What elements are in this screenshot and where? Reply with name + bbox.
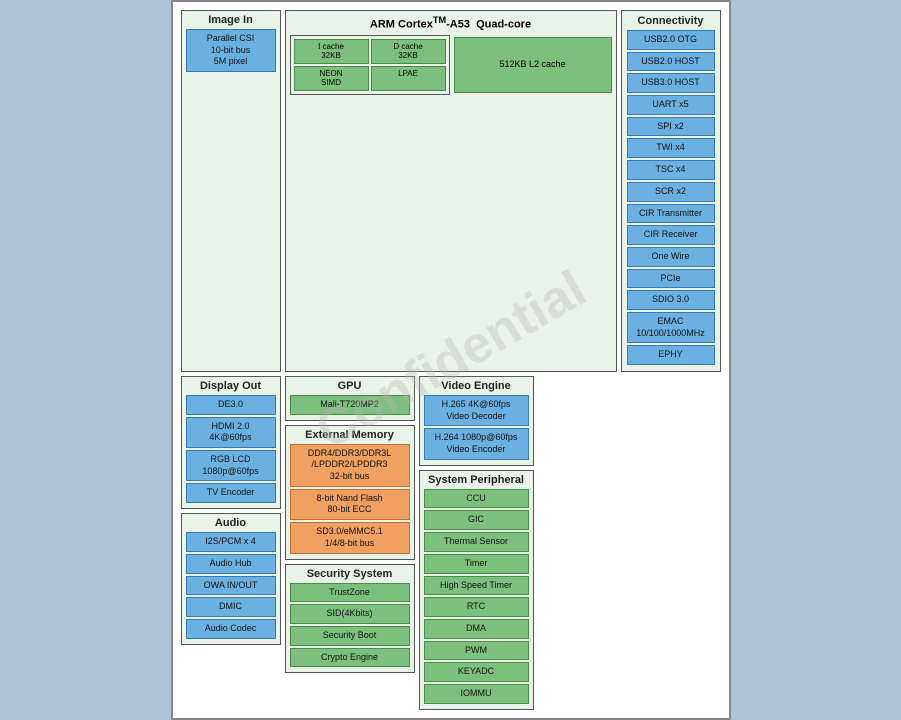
h264-block: H.264 1080p@60fpsVideo Encoder <box>424 428 529 459</box>
connectivity-section: Connectivity USB2.0 OTG USB2.0 HOST USB3… <box>621 10 721 372</box>
conn-sdio: SDIO 3.0 <box>627 290 715 310</box>
audio-title: Audio <box>185 517 277 529</box>
conn-cir-tx: CIR Transmitter <box>627 204 715 224</box>
conn-spi: SPI x2 <box>627 117 715 137</box>
arm-title: ARM CortexTM-A53 Quad-core <box>290 15 612 31</box>
tv-encoder-block: TV Encoder <box>186 483 276 503</box>
ccu-block: CCU <box>424 489 529 509</box>
gpu-title: GPU <box>289 380 411 392</box>
de30-block: DE3.0 <box>186 395 276 415</box>
image-in-title: Image In <box>185 14 277 26</box>
security-boot-block: Security Boot <box>290 626 410 646</box>
owa-block: OWA IN/OUT <box>186 576 276 596</box>
timer-block: Timer <box>424 554 529 574</box>
video-engine-section: Video Engine H.265 4K@60fpsVideo Decoder… <box>419 376 534 466</box>
ext-mem-title: External Memory <box>289 429 411 441</box>
security-title: Security System <box>289 568 411 580</box>
mali-block: Mali-T720MP2 <box>290 395 410 415</box>
rgb-lcd-block: RGB LCD1080p@60fps <box>186 450 276 481</box>
l2cache-block: 512KB L2 cache <box>454 37 612 93</box>
keyadc-block: KEYADC <box>424 662 529 682</box>
display-out-section: Display Out DE3.0 HDMI 2.04K@60fps RGB L… <box>181 376 281 509</box>
image-in-section: Image In Parallel CSI10-bit bus5M pixel <box>181 10 281 372</box>
conn-onewire: One Wire <box>627 247 715 267</box>
pwm-block: PWM <box>424 641 529 661</box>
arm-section: ARM CortexTM-A53 Quad-core I cache32KB D… <box>285 10 617 372</box>
display-out-title: Display Out <box>185 380 277 392</box>
conn-usb2host: USB2.0 HOST <box>627 52 715 72</box>
conn-twi: TWI x4 <box>627 138 715 158</box>
conn-pcie: PCIe <box>627 269 715 289</box>
thermal-sensor-block: Thermal Sensor <box>424 532 529 552</box>
lpae-block: LPAE <box>371 66 446 91</box>
connectivity-title: Connectivity <box>626 15 716 27</box>
sys-peripheral-section: System Peripheral CCU GIC Thermal Sensor… <box>419 470 534 710</box>
neon-block: NEONSIMD <box>294 66 369 91</box>
audio-codec-block: Audio Codec <box>186 619 276 639</box>
conn-uart: UART x5 <box>627 95 715 115</box>
conn-usb2otg: USB2.0 OTG <box>627 30 715 50</box>
h265-block: H.265 4K@60fpsVideo Decoder <box>424 395 529 426</box>
gpu-section: GPU Mali-T720MP2 <box>285 376 415 421</box>
crypto-engine-block: Crypto Engine <box>290 648 410 668</box>
icache-block: I cache32KB <box>294 39 369 64</box>
parallel-csi-block: Parallel CSI10-bit bus5M pixel <box>186 29 276 72</box>
dma-block: DMA <box>424 619 529 639</box>
security-section: Security System TrustZone SID(4Kbits) Se… <box>285 564 415 674</box>
dmic-block: DMIC <box>186 597 276 617</box>
trustzone-block: TrustZone <box>290 583 410 603</box>
conn-usb3host: USB3.0 HOST <box>627 73 715 93</box>
hdmi-block: HDMI 2.04K@60fps <box>186 417 276 448</box>
ext-mem-section: External Memory DDR4/DDR3/DDR3L/LPDDR2/L… <box>285 425 415 560</box>
i2s-block: I2S/PCM x 4 <box>186 532 276 552</box>
conn-tsc: TSC x4 <box>627 160 715 180</box>
high-speed-timer-block: High Speed Timer <box>424 576 529 596</box>
conn-ephy: EPHY <box>627 345 715 365</box>
audio-section: Audio I2S/PCM x 4 Audio Hub OWA IN/OUT D… <box>181 513 281 644</box>
gic-block: GIC <box>424 510 529 530</box>
video-engine-title: Video Engine <box>423 380 530 392</box>
conn-cir-rx: CIR Receiver <box>627 225 715 245</box>
iommu-block: IOMMU <box>424 684 529 704</box>
ddr-block: DDR4/DDR3/DDR3L/LPDDR2/LPDDR332-bit bus <box>290 444 410 487</box>
rtc-block: RTC <box>424 597 529 617</box>
audio-hub-block: Audio Hub <box>186 554 276 574</box>
sid-block: SID(4Kbits) <box>290 604 410 624</box>
arm-core-box: I cache32KB D cache32KB NEONSIMD LPAE <box>290 35 450 95</box>
sd-block: SD3.0/eMMC5.11/4/8-bit bus <box>290 522 410 553</box>
nand-block: 8-bit Nand Flash80-bit ECC <box>290 489 410 520</box>
dcache-block: D cache32KB <box>371 39 446 64</box>
conn-emac: EMAC10/100/1000MHz <box>627 312 715 343</box>
chip-diagram: Confidential Image In Parallel CSI10-bit… <box>171 0 731 720</box>
sys-peripheral-title: System Peripheral <box>423 474 530 486</box>
conn-scr: SCR x2 <box>627 182 715 202</box>
